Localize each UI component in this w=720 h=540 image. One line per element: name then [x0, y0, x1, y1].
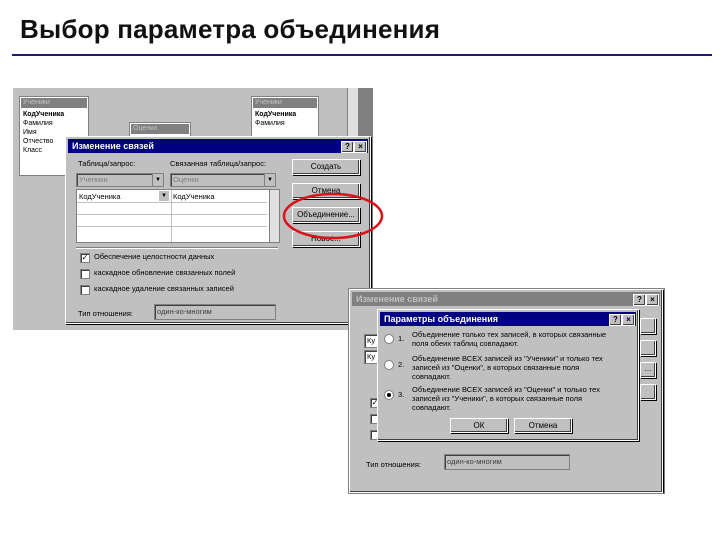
- dialog-titlebar: Изменение связей: [352, 292, 660, 306]
- table-select[interactable]: Ученики ▼: [76, 173, 164, 187]
- help-button[interactable]: ?: [633, 294, 646, 306]
- screenshot-relationships: Ученики КодУченика Фамилия Имя Отчество …: [13, 88, 373, 330]
- screenshot-join-properties: Изменение связей ? × Ку Ку ... ✓ Тип отн…: [348, 288, 665, 494]
- join-option-3-text: Объединение ВСЕХ записей из "Оценки" и т…: [412, 385, 600, 394]
- join-option-1-text: Объединение только тех записей, в которы…: [412, 330, 607, 339]
- list-item[interactable]: КодУченика: [23, 111, 64, 118]
- create-button[interactable]: Создать: [292, 159, 360, 175]
- relation-type-label: Тип отношения:: [78, 309, 134, 318]
- relation-type-value-text: один-ко-многим: [447, 457, 502, 466]
- slide-title: Выбор параметра объединения: [20, 14, 441, 44]
- dialog-titlebar: Изменение связей: [68, 139, 368, 153]
- grid-dropdown[interactable]: ▼: [159, 191, 169, 201]
- cancel-button[interactable]: Отмена: [514, 418, 572, 433]
- chevron-down-icon[interactable]: ▼: [152, 174, 163, 186]
- relation-type-value: один-ко-многим: [154, 304, 276, 320]
- close-button[interactable]: ×: [354, 141, 367, 153]
- ok-button[interactable]: ОК: [450, 418, 508, 433]
- right-button-1[interactable]: [640, 318, 656, 334]
- table-window-title: Оценки: [131, 124, 189, 134]
- list-item[interactable]: Отчество: [23, 138, 53, 145]
- grid-cell-right[interactable]: КодУченика: [173, 192, 215, 201]
- title-divider: [12, 54, 712, 56]
- grid-cell-left[interactable]: КодУченика: [79, 192, 121, 201]
- integrity-checkbox[interactable]: ✓: [80, 253, 90, 263]
- related-table-label: Связанная таблица/запрос:: [170, 159, 267, 168]
- join-option-3-text: записей из "Ученики", в которых связанны…: [412, 394, 583, 403]
- right-button-4[interactable]: [640, 384, 656, 400]
- list-item[interactable]: Фамилия: [255, 120, 285, 127]
- cascade-update-label: каскадное обновление связанных полей: [94, 268, 236, 277]
- join-option-3-text: совпадают.: [412, 403, 451, 412]
- table-window-title: Ученики: [21, 98, 87, 108]
- table-select-value: Ученики: [79, 175, 108, 184]
- right-button-2[interactable]: [640, 340, 656, 356]
- chevron-down-icon[interactable]: ▼: [264, 174, 275, 186]
- close-button[interactable]: ×: [646, 294, 659, 306]
- related-table-select-value: Оценки: [173, 175, 199, 184]
- join-type-button[interactable]: Объединение...: [292, 207, 360, 223]
- new-button[interactable]: Новое...: [292, 231, 360, 247]
- divider: [76, 247, 278, 249]
- join-option-1-radio[interactable]: [384, 334, 394, 344]
- list-item[interactable]: Имя: [23, 129, 37, 136]
- join-option-1-text: поля обеих таблиц совпадают.: [412, 339, 519, 348]
- help-button[interactable]: ?: [341, 141, 354, 153]
- related-table-select[interactable]: Оценки ▼: [170, 173, 276, 187]
- dialog-titlebar: Параметры объединения: [380, 312, 636, 326]
- join-option-2-text: записей из "Оценки", в которых связанные…: [412, 363, 580, 372]
- cascade-delete-label: каскадное удаление связанных записей: [94, 284, 234, 293]
- relation-type-value-text: один-ко-многим: [157, 307, 212, 316]
- right-button-3[interactable]: ...: [640, 362, 656, 378]
- join-option-2-text: совпадают.: [412, 372, 451, 381]
- fields-grid[interactable]: КодУченика ▼ КодУченика: [76, 189, 280, 243]
- help-button[interactable]: ?: [609, 314, 622, 326]
- cancel-button[interactable]: Отмена: [292, 183, 360, 199]
- join-properties-dialog: Параметры объединения ? × 1. Объединение…: [377, 309, 639, 441]
- edit-relationships-dialog: Изменение связей ? × Таблица/запрос: Свя…: [65, 136, 371, 324]
- join-option-3-num: 3.: [398, 390, 405, 399]
- radio-selected-dot: [387, 393, 391, 397]
- join-option-2-text: Объединение ВСЕХ записей из "Ученики" и …: [412, 354, 603, 363]
- join-option-3-radio[interactable]: [384, 390, 394, 400]
- relation-type-label: Тип отношения:: [366, 460, 422, 469]
- integrity-checkbox-label: Обеспечение целостности данных: [94, 252, 215, 261]
- list-item[interactable]: КодУченика: [255, 111, 296, 118]
- close-button[interactable]: ×: [622, 314, 635, 326]
- cascade-delete-checkbox[interactable]: [80, 285, 90, 295]
- join-option-1-num: 1.: [398, 334, 405, 343]
- grid-scrollbar[interactable]: [269, 190, 279, 242]
- table-query-label: Таблица/запрос:: [78, 159, 136, 168]
- relation-type-value: один-ко-многим: [444, 454, 570, 470]
- list-item[interactable]: Класс: [23, 147, 42, 154]
- join-option-2-radio[interactable]: [384, 360, 394, 370]
- list-item[interactable]: Фамилия: [23, 120, 53, 127]
- cascade-update-checkbox[interactable]: [80, 269, 90, 279]
- table-window-title: Ученики: [253, 98, 317, 108]
- join-option-2-num: 2.: [398, 360, 405, 369]
